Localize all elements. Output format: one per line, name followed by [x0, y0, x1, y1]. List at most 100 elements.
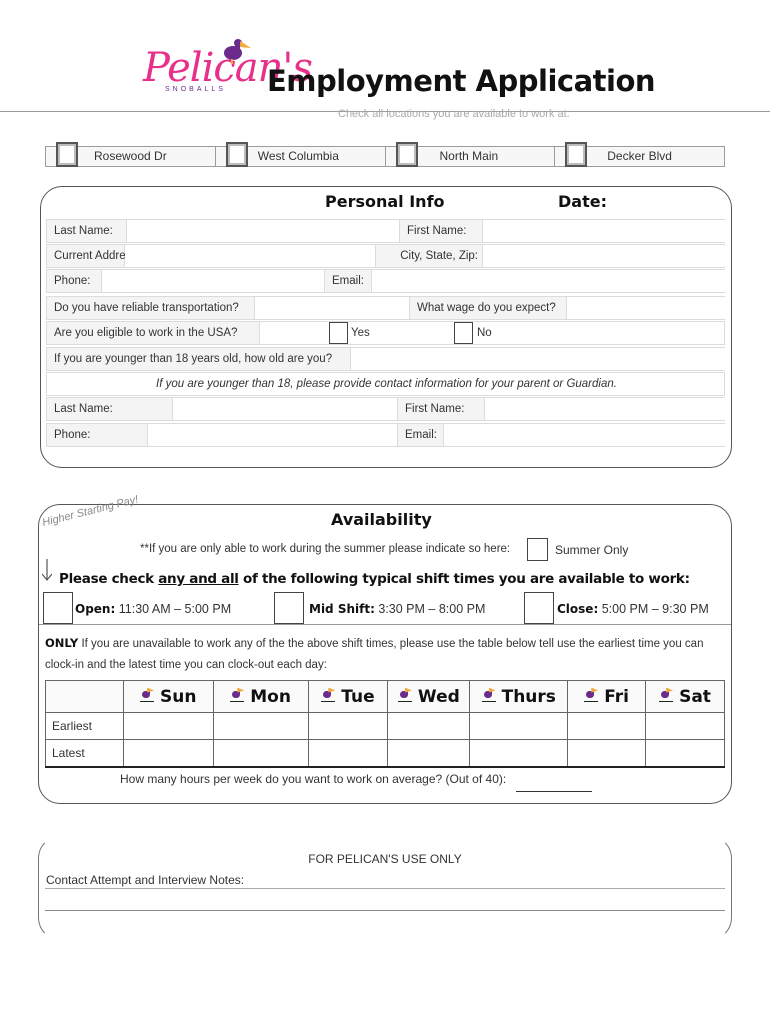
wage-field[interactable]: [567, 297, 726, 319]
pelican-icon: [481, 687, 496, 703]
name-row: Last Name: First Name:: [46, 219, 726, 243]
day-header-fri: Fri: [567, 680, 647, 713]
close-shift: Close: 5:00 PM – 9:30 PM: [557, 602, 709, 616]
day-header-sat: Sat: [645, 680, 725, 713]
location-checkbox[interactable]: [565, 142, 588, 167]
corner-cell: [45, 680, 124, 713]
wage-label: What wage do you expect?: [409, 297, 567, 319]
shift-instruction: Please check any and all of the followin…: [59, 571, 690, 587]
phone-field[interactable]: [102, 270, 324, 292]
location-checkbox[interactable]: [395, 142, 418, 167]
contact-row: Phone: Email:: [46, 269, 726, 293]
guardian-email-field[interactable]: [444, 424, 726, 446]
earliest-mon-field[interactable]: [212, 712, 309, 740]
earliest-sun-field[interactable]: [122, 712, 214, 740]
no-label: No: [477, 327, 492, 339]
location-label: Rosewood Dr: [94, 149, 167, 163]
address-label: Current Address:: [47, 245, 140, 267]
phone-label: Phone:: [47, 270, 102, 292]
address-field[interactable]: [125, 245, 375, 267]
summer-only-checkbox[interactable]: [527, 538, 548, 561]
day-header-sun: Sun: [122, 680, 214, 713]
earliest-wed-field[interactable]: [387, 712, 471, 740]
guardian-name-row: Last Name: First Name:: [46, 397, 726, 421]
notes-line[interactable]: [45, 888, 725, 889]
age-label: If you are younger than 18 years old, ho…: [47, 348, 351, 370]
pelican-icon: [140, 687, 155, 703]
close-shift-checkbox[interactable]: [524, 592, 554, 624]
mid-shift-checkbox[interactable]: [274, 592, 304, 624]
latest-sat-field[interactable]: [645, 739, 725, 768]
location-label: Decker Blvd: [607, 149, 672, 163]
location-label: West Columbia: [257, 149, 339, 163]
day-header-mon: Mon: [212, 680, 309, 713]
shift-instruction-prefix: Please check: [59, 571, 159, 587]
shift-name: Mid Shift:: [309, 602, 375, 616]
city-state-zip-field[interactable]: [483, 245, 726, 267]
logo-subtext: SNOBALLS: [165, 86, 226, 93]
latest-sun-field[interactable]: [122, 739, 214, 768]
guardian-email-label: Email:: [397, 424, 444, 446]
page-title: Employment Application: [267, 64, 656, 98]
transportation-field[interactable]: [255, 297, 409, 319]
down-arrow-icon: [42, 559, 52, 581]
last-name-field[interactable]: [127, 220, 399, 242]
pelican-icon: [224, 39, 251, 64]
earliest-thurs-field[interactable]: [469, 712, 569, 740]
guardian-note-row: If you are younger than 18, please provi…: [46, 372, 725, 396]
hours-question: How many hours per week do you want to w…: [120, 772, 507, 786]
transportation-label: Do you have reliable transportation?: [47, 297, 255, 319]
shift-time: 11:30 AM – 5:00 PM: [118, 602, 232, 616]
day-availability-table: Sun Mon Tue Wed Thurs Fri Sat Earliest L…: [45, 680, 725, 768]
latest-tue-field[interactable]: [307, 739, 389, 768]
earliest-sat-field[interactable]: [645, 712, 725, 740]
day-label: Sat: [679, 686, 711, 707]
only-emphasis: ONLY: [45, 636, 79, 650]
day-header-tue: Tue: [307, 680, 389, 713]
latest-fri-field[interactable]: [567, 739, 647, 768]
email-label: Email:: [324, 270, 372, 292]
row-label: Earliest: [45, 712, 124, 740]
availability-heading: Availability: [331, 510, 432, 529]
only-text: If you are unavailable to work any of th…: [45, 638, 704, 671]
eligible-label: Are you eligible to work in the USA?: [47, 322, 260, 344]
yes-label: Yes: [351, 327, 370, 339]
hours-field[interactable]: [516, 791, 592, 792]
row-label: Latest: [45, 739, 124, 768]
guardian-first-name-field[interactable]: [485, 398, 726, 420]
age-field[interactable]: [351, 348, 726, 370]
shift-name: Close:: [557, 602, 599, 616]
date-label: Date:: [558, 192, 607, 211]
latest-thurs-field[interactable]: [469, 739, 569, 768]
shift-divider: [39, 624, 731, 625]
location-checkbox[interactable]: [225, 142, 248, 167]
earliest-tue-field[interactable]: [307, 712, 389, 740]
guardian-note: If you are younger than 18, please provi…: [156, 378, 617, 390]
shift-time: 3:30 PM – 8:00 PM: [378, 602, 486, 616]
day-header-row: Sun Mon Tue Wed Thurs Fri Sat: [45, 680, 725, 713]
last-name-label: Last Name:: [47, 220, 127, 242]
day-label: Tue: [341, 686, 375, 707]
pelicans-logo: Pelican's SNOBALLS: [143, 39, 313, 102]
guardian-phone-field[interactable]: [148, 424, 397, 446]
personal-info-heading: Personal Info: [325, 192, 445, 211]
age-row: If you are younger than 18 years old, ho…: [46, 347, 726, 371]
location-checkbox[interactable]: [56, 142, 78, 167]
guardian-contact-row: Phone: Email:: [46, 423, 726, 447]
city-state-zip-label: City, State, Zip:: [375, 245, 483, 267]
open-shift: Open: 11:30 AM – 5:00 PM: [75, 602, 231, 616]
shift-name: Open:: [75, 602, 116, 616]
pelican-icon: [397, 687, 412, 703]
transport-row: Do you have reliable transportation? Wha…: [46, 296, 726, 320]
notes-line[interactable]: [45, 910, 725, 911]
earliest-fri-field[interactable]: [567, 712, 647, 740]
email-field[interactable]: [372, 270, 726, 292]
location-north-main: North Main: [384, 142, 555, 167]
latest-wed-field[interactable]: [387, 739, 471, 768]
guardian-last-name-label: Last Name:: [47, 398, 173, 420]
latest-mon-field[interactable]: [212, 739, 309, 768]
open-shift-checkbox[interactable]: [43, 592, 73, 624]
first-name-field[interactable]: [483, 220, 726, 242]
guardian-phone-label: Phone:: [47, 424, 148, 446]
guardian-last-name-field[interactable]: [173, 398, 397, 420]
